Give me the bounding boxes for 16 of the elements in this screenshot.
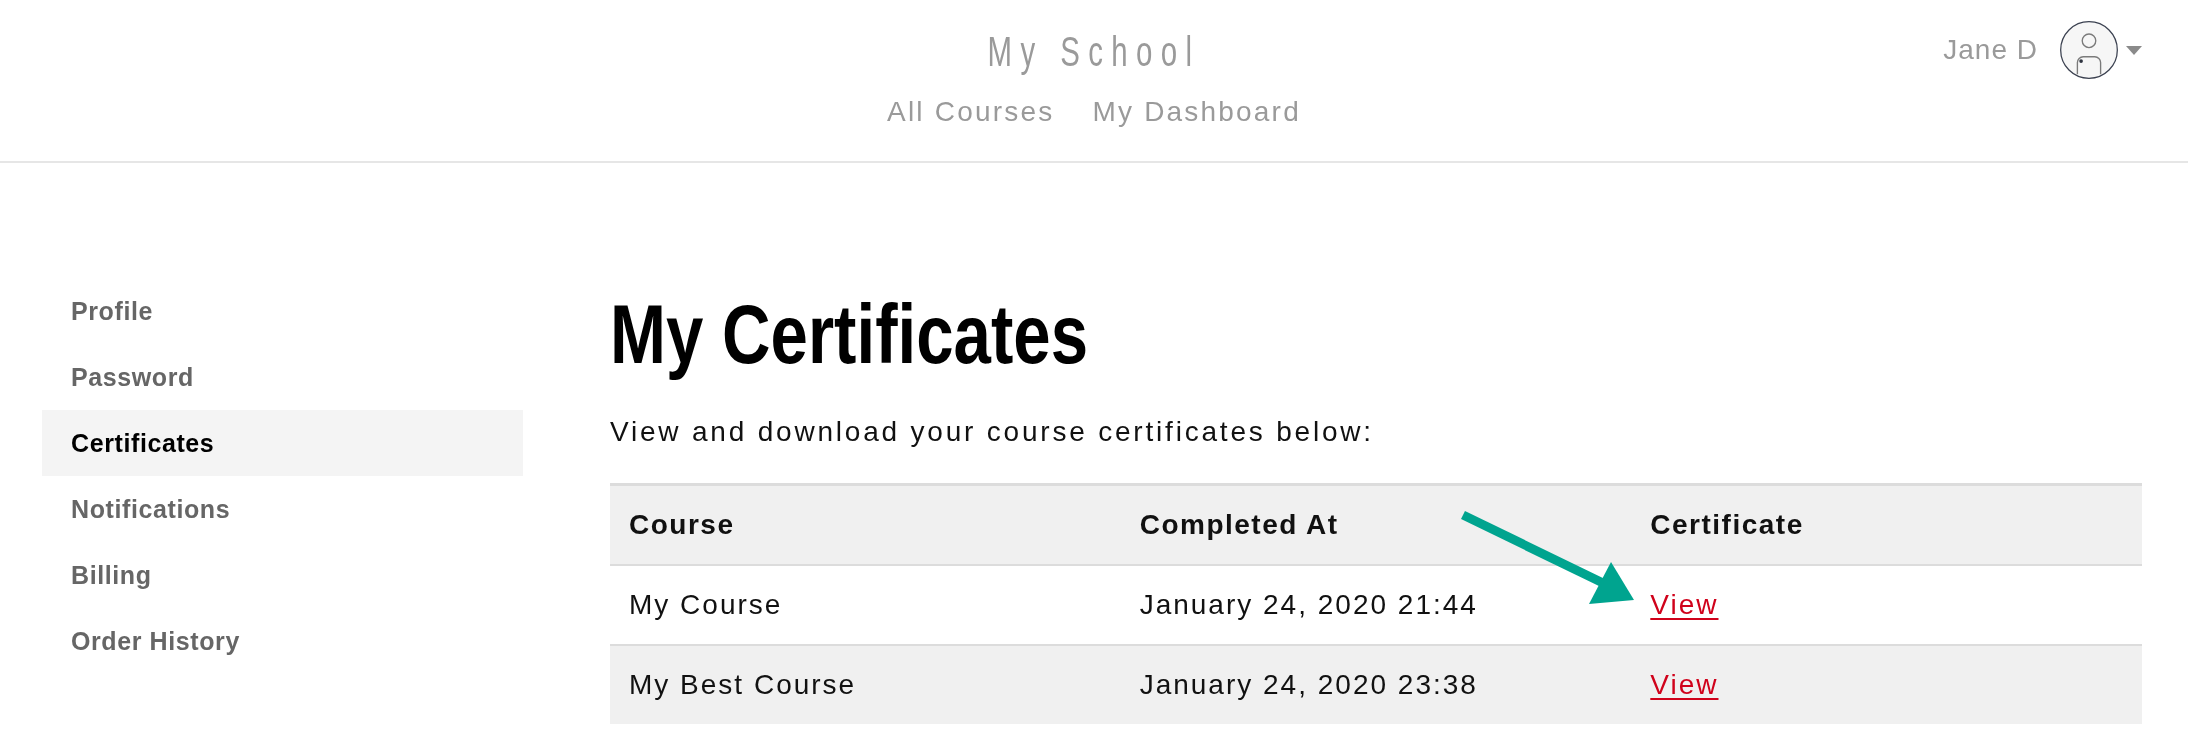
view-link[interactable]: View (1650, 669, 1719, 700)
page-description: View and download your course certificates below: (610, 418, 1375, 446)
sidebar-item[interactable]: Order History (42, 608, 523, 674)
sidebar-item[interactable]: Certificates (42, 410, 523, 476)
sidebar-item[interactable]: Billing (42, 542, 523, 608)
sidebar-item[interactable]: Password (42, 344, 523, 410)
column-header: Course (610, 484, 1121, 565)
sidebar-item[interactable]: Profile (42, 278, 523, 344)
sidebar-item[interactable]: Notifications (42, 476, 523, 542)
column-header: Completed At (1120, 484, 1632, 565)
table-cell: My Best Course (610, 645, 1121, 724)
avatar-icon[interactable] (2060, 21, 2118, 79)
caret-icon[interactable] (2126, 45, 2142, 55)
view-link[interactable]: View (1650, 589, 1719, 620)
column-header: Certificate (1631, 484, 2142, 565)
table-cell: January 24, 2020 23:38 (1120, 645, 1632, 724)
